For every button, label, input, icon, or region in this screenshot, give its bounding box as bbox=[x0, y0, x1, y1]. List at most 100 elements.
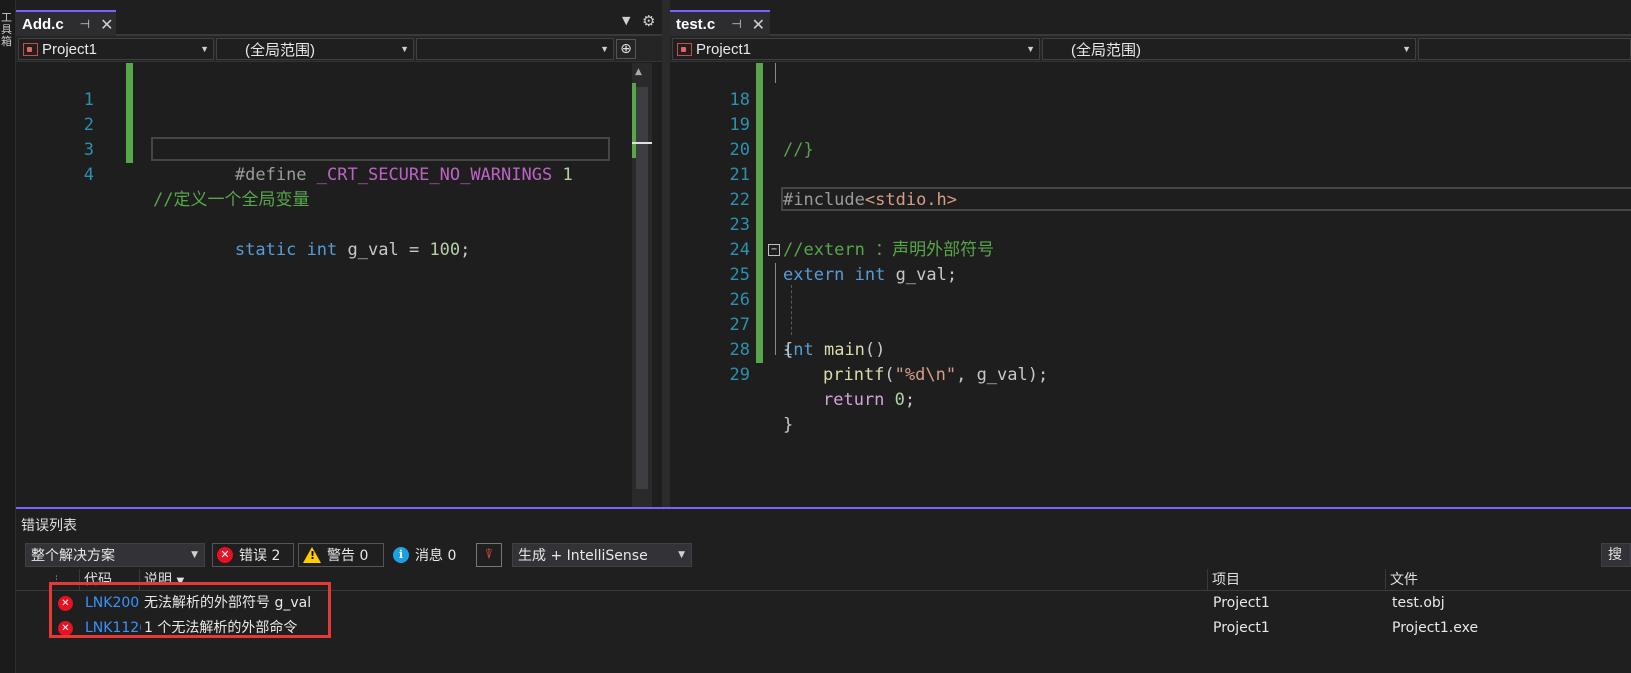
warning-icon bbox=[303, 547, 321, 563]
caret-position-marker bbox=[632, 142, 652, 144]
code-line: 2 bbox=[16, 88, 662, 135]
string-token: "%d\n" bbox=[894, 365, 957, 385]
tab-strip: test.c ⊣ ✕ bbox=[670, 0, 1631, 36]
change-marker bbox=[126, 138, 133, 163]
error-file: test.obj bbox=[1392, 595, 1445, 611]
chevron-down-icon: ▼ bbox=[1402, 44, 1411, 54]
scope-filter-dropdown[interactable]: 整个解决方案 ▼ bbox=[25, 543, 205, 567]
pane-splitter[interactable] bbox=[662, 0, 670, 515]
search-input[interactable]: 搜 bbox=[1601, 543, 1631, 567]
punctuation-token: ; bbox=[904, 390, 916, 410]
filter-icon[interactable]: ⍒ bbox=[476, 543, 502, 567]
change-marker bbox=[756, 188, 763, 213]
brace-token: } bbox=[783, 415, 794, 435]
line-number: 29 bbox=[729, 365, 750, 385]
error-icon: ✕ bbox=[217, 547, 233, 563]
tab-list-dropdown-icon[interactable]: ▼ bbox=[622, 14, 630, 27]
chevron-down-icon: ▼ bbox=[1026, 44, 1035, 54]
navigation-bar: Project1 ▼ (全局范围) ▼ bbox=[670, 36, 1631, 62]
change-marker bbox=[756, 288, 763, 313]
tab-add-c[interactable]: Add.c ⊣ ✕ bbox=[16, 10, 116, 36]
scrollbar-thumb[interactable] bbox=[636, 87, 648, 489]
tab-strip: Add.c ⊣ ✕ ▼ ⚙ bbox=[16, 0, 662, 36]
number-token: 1 bbox=[562, 165, 573, 185]
code-line: 21 bbox=[670, 138, 1631, 185]
build-filter-label: 生成 + IntelliSense bbox=[518, 548, 648, 564]
code-line: 26 { bbox=[670, 263, 1631, 360]
tab-test-c[interactable]: test.c ⊣ ✕ bbox=[670, 10, 770, 36]
code-line: 24 bbox=[670, 213, 1631, 260]
code-line: 23 extern int g_val; bbox=[670, 188, 1631, 285]
tab-title: Add.c bbox=[22, 15, 64, 33]
warnings-filter-button[interactable]: 警告 0 bbox=[298, 543, 384, 567]
scope-filter-label: 整个解决方案 bbox=[31, 548, 115, 564]
close-icon[interactable]: ✕ bbox=[100, 15, 113, 34]
code-line: 4 static int g_val = 100; bbox=[16, 138, 662, 260]
line-number: 4 bbox=[83, 165, 94, 185]
gear-icon[interactable]: ⚙ bbox=[642, 12, 655, 30]
change-marker bbox=[756, 113, 763, 138]
code-line: 29 } bbox=[670, 338, 1631, 435]
chevron-down-icon: ▼ bbox=[678, 550, 685, 560]
scope-dropdown-label: (全局范围) bbox=[245, 41, 315, 59]
member-dropdown[interactable] bbox=[1418, 38, 1631, 60]
editor-pane-add-c: Add.c ⊣ ✕ ▼ ⚙ Project1 ▼ (全局范围) ▼ ▼ ⊕ 1 … bbox=[16, 0, 662, 515]
annotation-highlight-box bbox=[49, 582, 331, 638]
tab-title: test.c bbox=[676, 15, 716, 33]
change-marker bbox=[756, 63, 763, 88]
member-dropdown[interactable]: ▼ bbox=[416, 38, 614, 60]
identifier-token: g_val = bbox=[347, 240, 420, 260]
project-dropdown-label: Project1 bbox=[696, 40, 752, 58]
keyword-token: int bbox=[306, 240, 338, 260]
project-icon bbox=[677, 42, 692, 56]
chevron-down-icon: ▼ bbox=[191, 550, 198, 560]
column-project[interactable]: 项目 bbox=[1207, 569, 1385, 591]
function-name-token: printf bbox=[823, 365, 885, 385]
build-filter-dropdown[interactable]: 生成 + IntelliSense ▼ bbox=[512, 543, 692, 567]
scope-dropdown[interactable]: (全局范围) ▼ bbox=[1042, 38, 1416, 60]
errors-filter-label: 错误 2 bbox=[239, 548, 281, 564]
comment-token: //定义一个全局变量 bbox=[153, 190, 310, 210]
code-editor[interactable]: 1 #define _CRT_SECURE_NO_WARNINGS 1 2 3 … bbox=[16, 63, 662, 515]
messages-filter-button[interactable]: i 消息 0 bbox=[388, 543, 472, 567]
close-icon[interactable]: ✕ bbox=[752, 15, 765, 34]
project-dropdown[interactable]: Project1 ▼ bbox=[18, 38, 214, 60]
toolbox-rail[interactable]: 工具箱 bbox=[0, 0, 16, 673]
toolbox-label[interactable]: 工具箱 bbox=[1, 12, 14, 48]
change-marker bbox=[126, 113, 133, 138]
editor-pane-test-c: test.c ⊣ ✕ Project1 ▼ (全局范围) ▼ 18 //} 19 bbox=[670, 0, 1631, 515]
info-icon: i bbox=[393, 547, 409, 563]
directive-token: #define bbox=[234, 165, 307, 185]
code-line: 20 #include<stdio.h> bbox=[670, 113, 1631, 210]
error-project: Project1 bbox=[1213, 620, 1270, 636]
error-list-panel: 错误列表 整个解决方案 ▼ ✕ 错误 2 警告 0 i 消息 0 ⍒ 生成 + … bbox=[16, 507, 1631, 673]
project-dropdown-label: Project1 bbox=[42, 40, 98, 58]
chevron-down-icon: ▼ bbox=[200, 44, 209, 54]
vertical-scrollbar[interactable]: ▲ bbox=[632, 63, 652, 515]
scroll-up-icon[interactable]: ▲ bbox=[635, 67, 642, 77]
change-marker bbox=[126, 63, 133, 88]
error-file: Project1.exe bbox=[1392, 620, 1479, 636]
change-marker bbox=[126, 88, 133, 113]
error-list-toolbar: 整个解决方案 ▼ ✕ 错误 2 警告 0 i 消息 0 ⍒ 生成 + Intel… bbox=[16, 539, 1631, 569]
chevron-down-icon: ▼ bbox=[400, 44, 409, 54]
code-editor[interactable]: 18 //} 19 20 #include<stdio.h> 21 22 //e… bbox=[670, 63, 1631, 515]
change-marker bbox=[756, 138, 763, 163]
pin-icon[interactable]: ⊣ bbox=[80, 17, 90, 31]
column-file[interactable]: 文件 bbox=[1385, 569, 1565, 591]
pin-icon[interactable]: ⊣ bbox=[731, 17, 741, 31]
project-dropdown[interactable]: Project1 ▼ bbox=[672, 38, 1040, 60]
scope-dropdown[interactable]: (全局范围) ▼ bbox=[216, 38, 414, 60]
collapse-icon[interactable]: − bbox=[768, 244, 780, 256]
error-project: Project1 bbox=[1213, 595, 1270, 611]
identifier-token: , g_val); bbox=[956, 365, 1049, 385]
split-window-button[interactable]: ⊕ bbox=[616, 39, 636, 59]
code-line: 3 //定义一个全局变量 bbox=[16, 113, 662, 210]
change-marker bbox=[756, 213, 763, 238]
warnings-filter-label: 警告 0 bbox=[327, 548, 369, 564]
change-marker bbox=[756, 163, 763, 188]
code-line: 1 #define _CRT_SECURE_NO_WARNINGS 1 bbox=[16, 63, 662, 185]
punctuation-token: ( bbox=[884, 365, 895, 385]
errors-filter-button[interactable]: ✕ 错误 2 bbox=[212, 543, 294, 567]
code-line: 25 − int main() bbox=[670, 238, 1631, 360]
